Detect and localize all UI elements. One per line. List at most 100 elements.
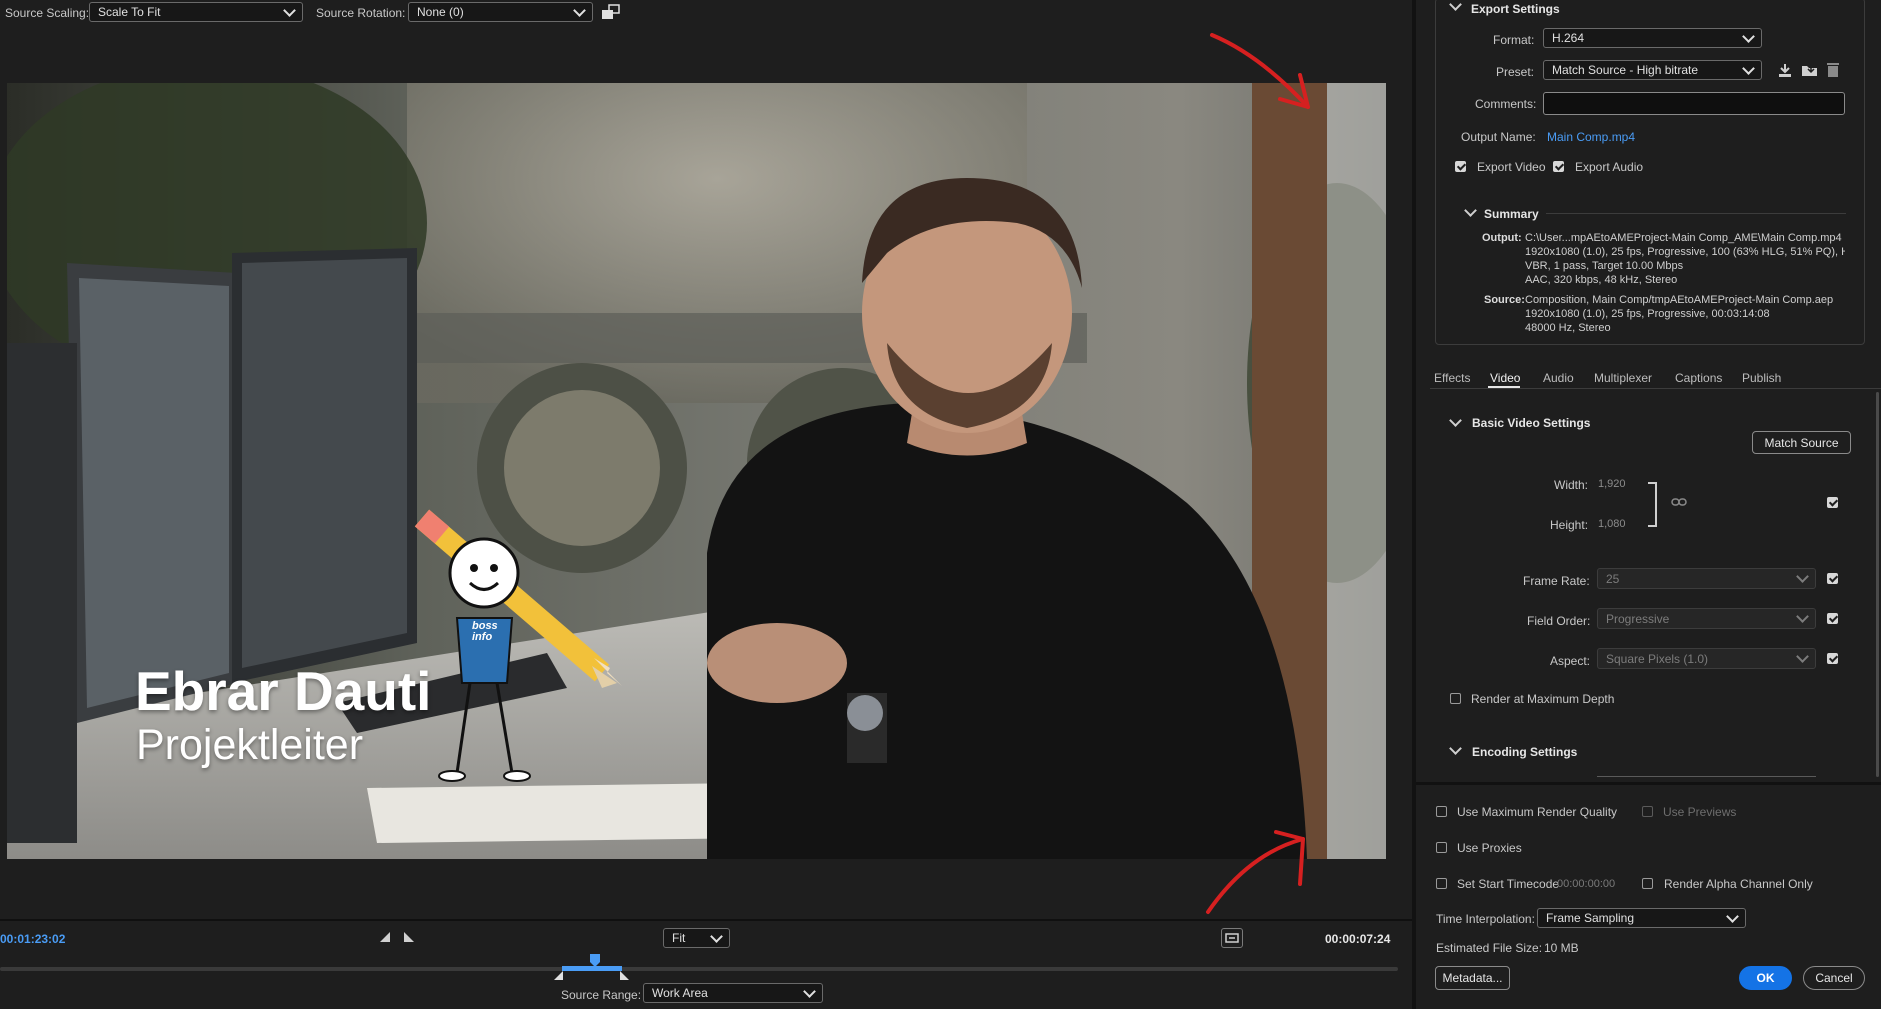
max-render-quality-checkbox[interactable] — [1436, 806, 1447, 817]
field-order-value: Progressive — [1606, 611, 1670, 626]
chain-link-icon[interactable] — [1671, 497, 1687, 507]
use-proxies-checkbox[interactable] — [1436, 842, 1447, 853]
preset-dropdown[interactable]: Match Source - High bitrate — [1543, 60, 1762, 80]
render-alpha-label: Render Alpha Channel Only — [1664, 877, 1813, 891]
timeline-track[interactable] — [0, 967, 1398, 971]
estimated-file-size-label: Estimated File Size: — [1436, 941, 1543, 955]
height-value[interactable]: 1,080 — [1598, 518, 1626, 530]
width-height-match-checkbox[interactable] — [1827, 497, 1838, 508]
use-previews-checkbox[interactable] — [1642, 806, 1653, 817]
tab-effects[interactable]: Effects — [1434, 371, 1470, 385]
summary-title: Summary — [1484, 207, 1539, 221]
source-range-value: Work Area — [652, 986, 708, 1000]
aspect-value: Square Pixels (1.0) — [1606, 651, 1709, 666]
time-interpolation-label: Time Interpolation: — [1436, 912, 1535, 926]
chevron-down-icon — [1796, 570, 1809, 583]
comments-input[interactable] — [1543, 92, 1845, 115]
dimension-link-bracket — [1648, 482, 1657, 527]
metadata-button[interactable]: Metadata... — [1435, 966, 1510, 990]
chevron-down-icon — [803, 984, 816, 998]
chevron-down-icon — [283, 3, 296, 17]
import-preset-icon[interactable] — [1801, 62, 1819, 78]
active-tab-indicator — [1488, 386, 1520, 388]
chevron-down-icon — [1796, 650, 1809, 663]
tab-captions[interactable]: Captions — [1675, 371, 1722, 385]
tab-video[interactable]: Video — [1490, 371, 1520, 385]
aspect-ratio-icon — [1225, 933, 1239, 943]
export-video-checkbox[interactable] — [1455, 161, 1466, 172]
chevron-down-icon — [710, 929, 723, 943]
pencil-mascot-image — [414, 509, 622, 782]
render-max-depth-checkbox[interactable] — [1450, 693, 1461, 704]
delete-preset-icon[interactable] — [1826, 62, 1840, 78]
tab-multiplexer[interactable]: Multiplexer — [1594, 371, 1652, 385]
export-video-label: Export Video — [1477, 160, 1546, 174]
chevron-down-icon — [573, 3, 586, 17]
lower-third-name: Ebrar Dauti — [135, 660, 432, 722]
summary-output-line: VBR, 1 pass, Target 10.00 Mbps — [1525, 260, 1684, 272]
use-previews-label: Use Previews — [1663, 805, 1737, 819]
source-range-dropdown[interactable]: Work Area — [643, 983, 823, 1003]
export-audio-label: Export Audio — [1575, 160, 1644, 174]
field-order-match-checkbox[interactable] — [1827, 613, 1838, 624]
width-value[interactable]: 1,920 — [1598, 478, 1626, 490]
settings-scrollbar[interactable] — [1876, 392, 1879, 777]
tab-bar-divider — [1430, 388, 1881, 389]
set-start-timecode-checkbox[interactable] — [1436, 878, 1447, 889]
summary-source-block: Composition, Main Comp/tmpAEtoAMEProject… — [1525, 293, 1845, 335]
set-in-out-icon[interactable] — [380, 931, 414, 943]
summary-source-line: Composition, Main Comp/tmpAEtoAMEProject… — [1525, 294, 1834, 306]
frame-rate-dropdown[interactable]: 25 — [1597, 568, 1816, 589]
source-scaling-dropdown[interactable]: Scale To Fit — [89, 2, 303, 22]
playhead-icon[interactable] — [589, 953, 601, 969]
aspect-match-checkbox[interactable] — [1827, 653, 1838, 664]
match-source-button[interactable]: Match Source — [1752, 431, 1851, 454]
summary-source-label: Source: — [1484, 294, 1525, 306]
render-alpha-checkbox[interactable] — [1642, 878, 1653, 889]
save-preset-icon[interactable] — [1777, 62, 1793, 78]
cancel-button[interactable]: Cancel — [1803, 966, 1865, 990]
output-name-link[interactable]: Main Comp.mp4 — [1547, 130, 1635, 144]
summary-output-line: 1920x1080 (1.0), 25 fps, Progressive, 10… — [1525, 246, 1845, 258]
current-timecode[interactable]: 00:01:23:02 — [0, 932, 65, 946]
tab-publish[interactable]: Publish — [1742, 371, 1781, 385]
width-label: Width: — [1554, 478, 1589, 492]
format-label: Format: — [1493, 33, 1535, 47]
source-rotation-dropdown[interactable]: None (0) — [408, 2, 593, 22]
crop-icon[interactable] — [601, 3, 621, 21]
aspect-ratio-correction-button[interactable] — [1221, 928, 1243, 948]
source-scaling-value: Scale To Fit — [98, 5, 161, 19]
video-preview[interactable]: boss info Ebrar Dauti Projektleiter — [7, 83, 1386, 859]
ok-button[interactable]: OK — [1739, 966, 1792, 990]
time-interpolation-dropdown[interactable]: Frame Sampling — [1537, 908, 1746, 928]
summary-output-line: C:\User...mpAEtoAMEProject-Main Comp_AME… — [1525, 232, 1842, 244]
frame-rate-match-checkbox[interactable] — [1827, 573, 1838, 584]
aspect-label: Aspect: — [1550, 654, 1591, 668]
frame-rate-label: Frame Rate: — [1523, 574, 1590, 588]
divider — [1416, 782, 1881, 785]
preset-value: Match Source - High bitrate — [1552, 63, 1699, 77]
in-point-marker-icon[interactable] — [554, 971, 564, 981]
duration-timecode: 00:00:07:24 — [1325, 932, 1391, 946]
annotation-arrow-icon — [1210, 33, 1310, 109]
zoom-fit-value: Fit — [672, 931, 686, 945]
aspect-dropdown[interactable]: Square Pixels (1.0) — [1597, 648, 1816, 669]
chevron-down-icon — [1796, 610, 1809, 623]
chevron-down-icon[interactable] — [1449, 414, 1462, 427]
export-audio-checkbox[interactable] — [1553, 161, 1564, 172]
set-start-timecode-label: Set Start Timecode — [1457, 877, 1560, 891]
zoom-fit-dropdown[interactable]: Fit — [663, 928, 730, 948]
format-dropdown[interactable]: H.264 — [1543, 28, 1762, 48]
tab-audio[interactable]: Audio — [1543, 371, 1574, 385]
start-timecode-value[interactable]: 00:00:00:00 — [1557, 878, 1615, 890]
export-settings-title: Export Settings — [1471, 2, 1560, 16]
source-range-label: Source Range: — [561, 988, 642, 1002]
out-point-marker-icon[interactable] — [620, 971, 630, 981]
summary-source-line: 1920x1080 (1.0), 25 fps, Progressive, 00… — [1525, 308, 1770, 320]
basic-video-settings-title: Basic Video Settings — [1472, 416, 1591, 430]
field-order-dropdown[interactable]: Progressive — [1597, 608, 1816, 629]
chevron-down-icon[interactable] — [1449, 742, 1462, 755]
source-rotation-label: Source Rotation: — [316, 6, 406, 20]
estimated-file-size-value: 10 MB — [1544, 941, 1579, 955]
panel-divider[interactable] — [1412, 0, 1416, 1009]
